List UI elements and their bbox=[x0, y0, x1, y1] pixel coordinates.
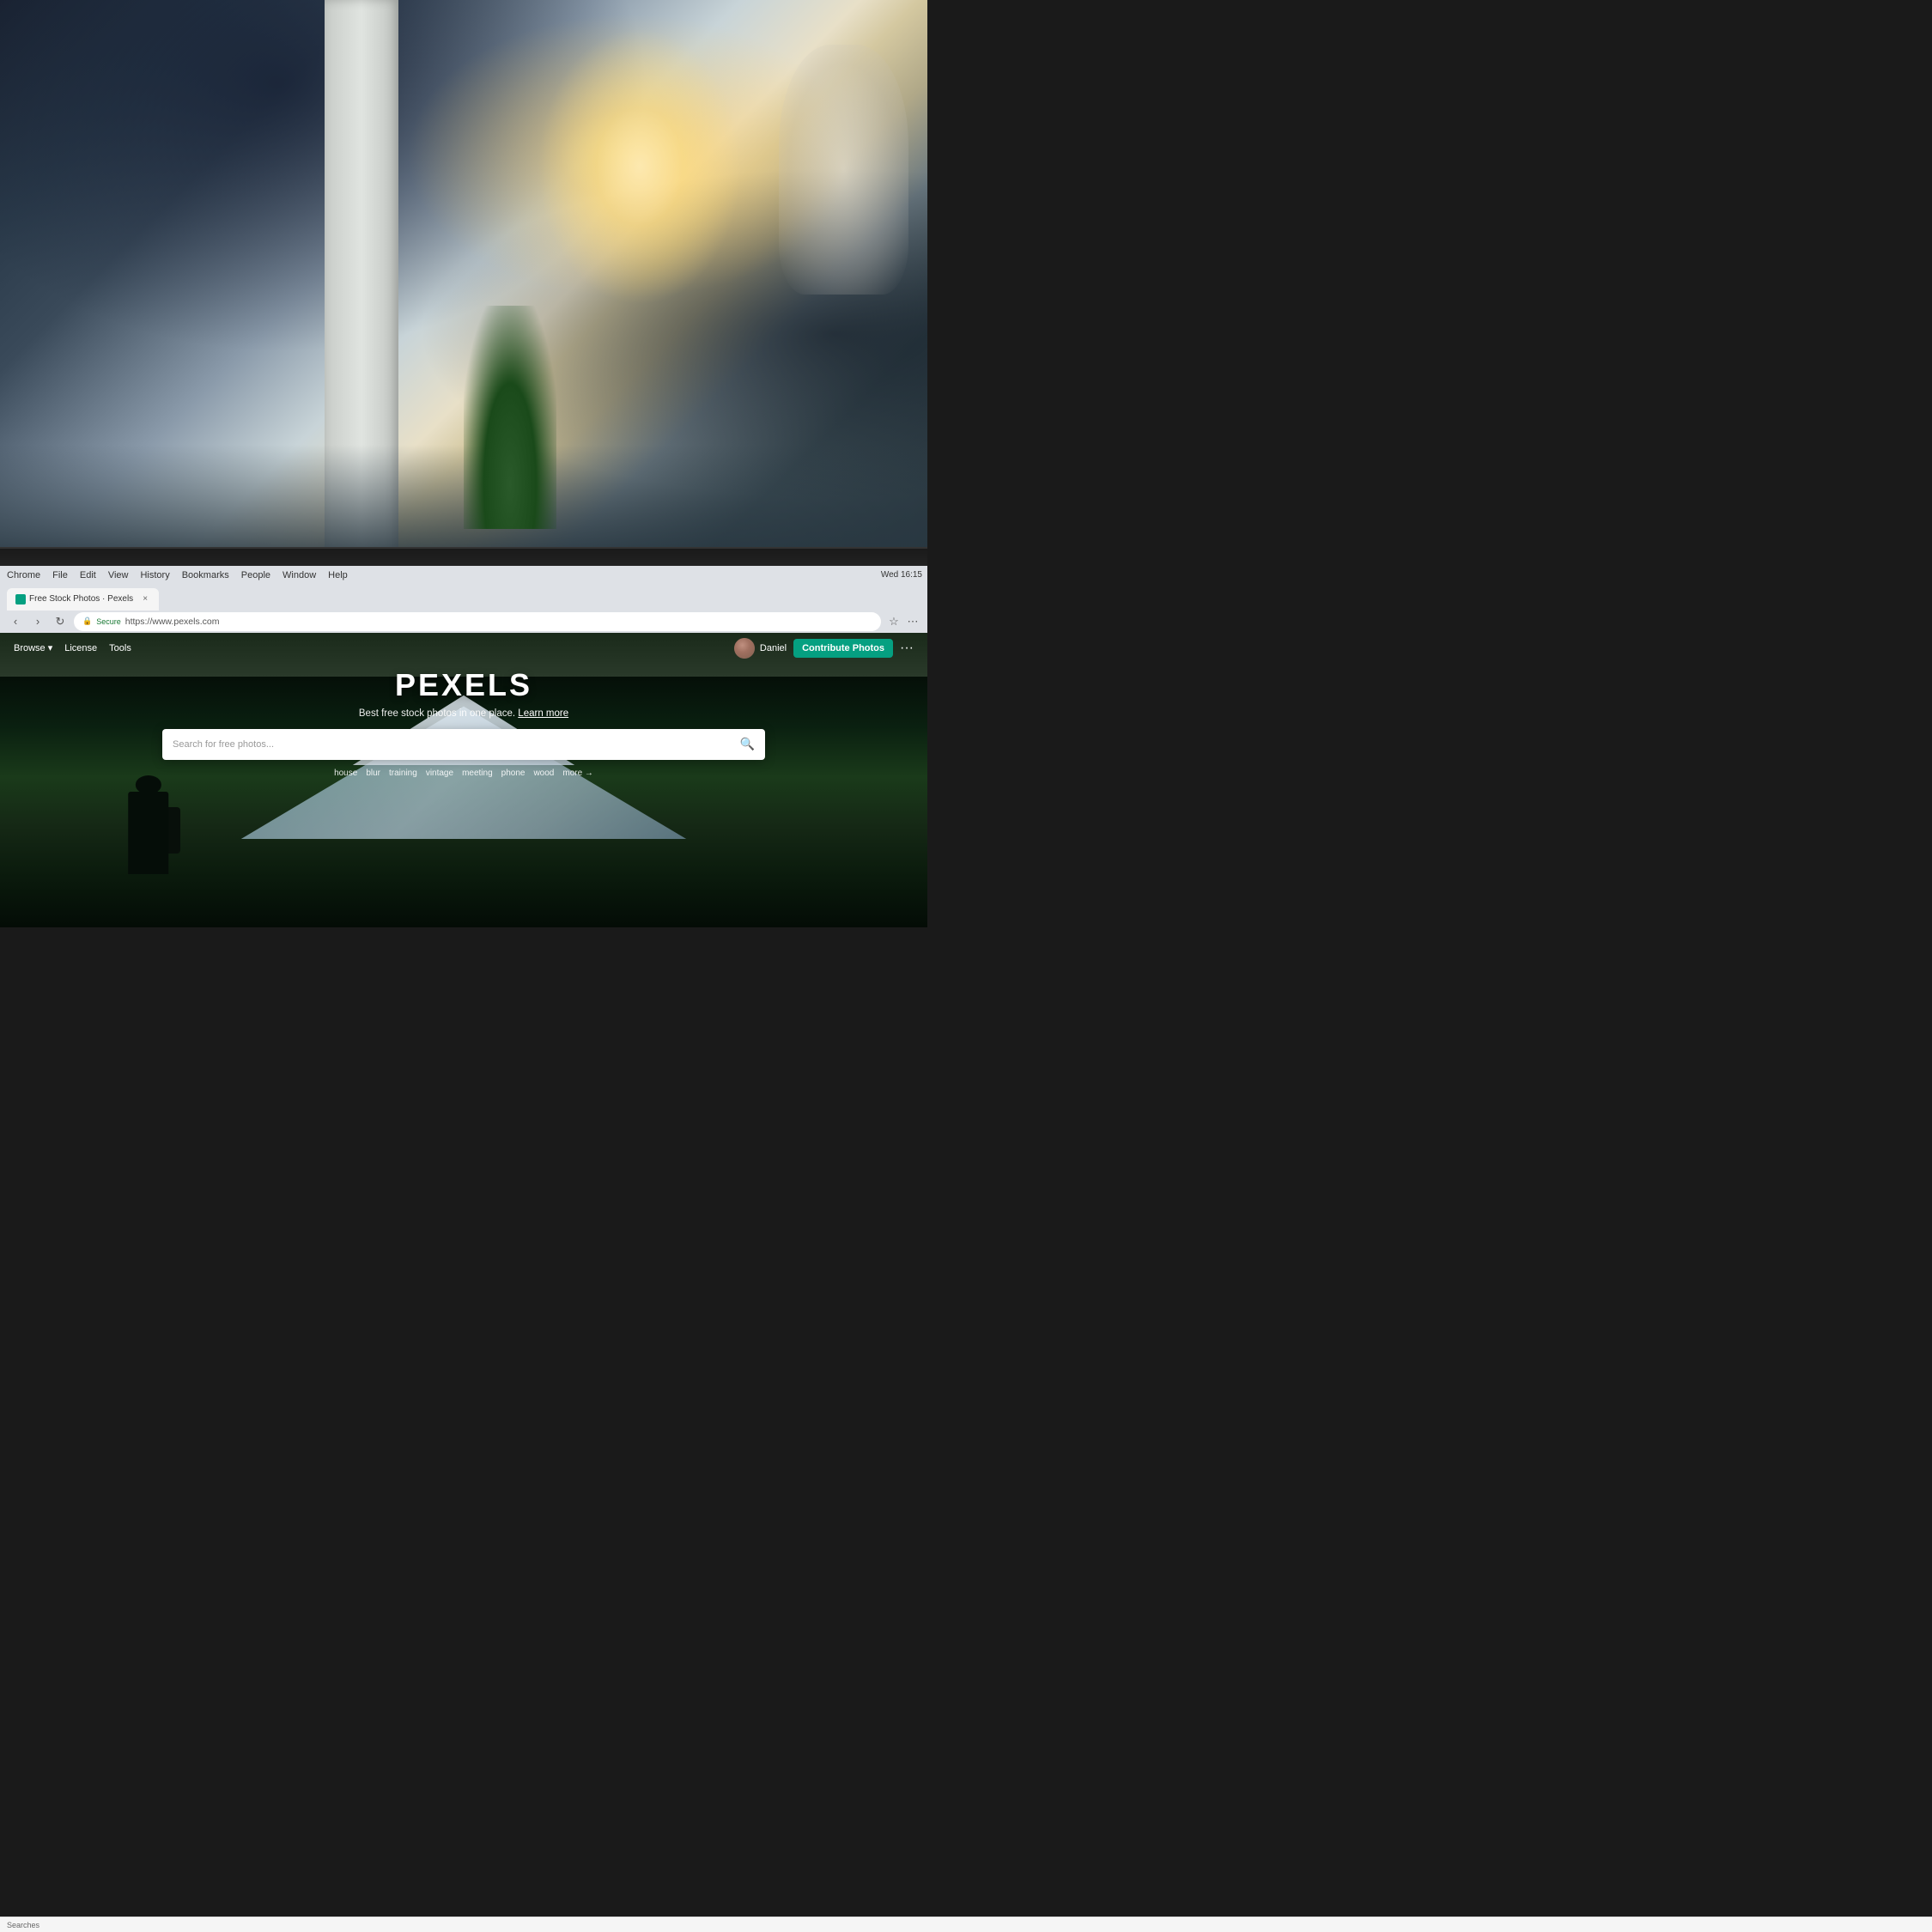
status-label: Searches bbox=[7, 1921, 39, 1929]
pexels-nav-right: Daniel Contribute Photos ··· bbox=[734, 638, 914, 659]
browser-address-bar: ‹ › ↻ 🔒 Secure https://www.pexels.com ☆ … bbox=[0, 611, 927, 633]
person-body bbox=[128, 792, 169, 874]
browser-tabs-bar: Free Stock Photos · Pexels × bbox=[0, 585, 927, 611]
bookmark-icon[interactable]: ☆ bbox=[886, 614, 902, 629]
avatar-image bbox=[734, 638, 755, 659]
menu-edit[interactable]: Edit bbox=[80, 570, 96, 580]
nav-avatar bbox=[734, 638, 755, 659]
pexels-site: Browse ▾ License Tools Daniel Contribute… bbox=[0, 633, 927, 927]
background-photo bbox=[0, 0, 927, 556]
status-bar: Searches bbox=[0, 1917, 1932, 1932]
browser-right-icons: ☆ ⋯ bbox=[886, 614, 920, 629]
person-silhouette bbox=[112, 771, 185, 874]
tag-blur[interactable]: blur bbox=[366, 769, 380, 778]
menu-bookmarks[interactable]: Bookmarks bbox=[182, 570, 229, 580]
pexels-tags: house blur training vintage meeting phon… bbox=[334, 769, 593, 778]
tag-house[interactable]: house bbox=[334, 769, 357, 778]
pexels-nav-left: Browse ▾ License Tools bbox=[14, 642, 131, 653]
browser-menu-bar: Chrome File Edit View History Bookmarks … bbox=[0, 566, 927, 585]
tab-label: Free Stock Photos · Pexels bbox=[29, 594, 133, 604]
nav-username: Daniel bbox=[760, 643, 787, 653]
office-window-right bbox=[779, 45, 908, 295]
back-button[interactable]: ‹ bbox=[7, 613, 24, 630]
menu-chrome[interactable]: Chrome bbox=[7, 570, 40, 580]
search-placeholder-text: Search for free photos... bbox=[173, 739, 733, 750]
forward-button[interactable]: › bbox=[29, 613, 46, 630]
office-window-glow bbox=[538, 27, 742, 306]
extensions-icon[interactable]: ⋯ bbox=[905, 614, 920, 629]
tag-training[interactable]: training bbox=[389, 769, 417, 778]
reload-button[interactable]: ↻ bbox=[52, 613, 69, 630]
contribute-photos-button[interactable]: Contribute Photos bbox=[793, 639, 893, 658]
secure-label: Secure bbox=[96, 617, 121, 626]
tag-vintage[interactable]: vintage bbox=[426, 769, 453, 778]
pexels-hero: Browse ▾ License Tools Daniel Contribute… bbox=[0, 633, 927, 927]
browser-chrome: Wed 16:15 Chrome File Edit View History … bbox=[0, 566, 927, 633]
pexels-nav: Browse ▾ License Tools Daniel Contribute… bbox=[0, 633, 927, 664]
pexels-search-bar[interactable]: Search for free photos... 🔍 bbox=[162, 729, 765, 760]
nav-more-button[interactable]: ··· bbox=[900, 641, 914, 655]
tab-close-button[interactable]: × bbox=[140, 594, 150, 605]
pexels-content: PEXELS Best free stock photos in one pla… bbox=[0, 667, 927, 778]
search-icon[interactable]: 🔍 bbox=[740, 737, 755, 751]
menu-history[interactable]: History bbox=[140, 570, 169, 580]
nav-user-profile[interactable]: Daniel bbox=[734, 638, 787, 659]
pexels-logo: PEXELS bbox=[395, 667, 532, 703]
menu-file[interactable]: File bbox=[52, 570, 68, 580]
pexels-tagline: Best free stock photos in one place. Lea… bbox=[359, 708, 568, 719]
url-text: https://www.pexels.com bbox=[125, 617, 220, 627]
tag-wood[interactable]: wood bbox=[533, 769, 554, 778]
nav-tools-button[interactable]: Tools bbox=[109, 643, 131, 653]
tag-phone[interactable]: phone bbox=[501, 769, 526, 778]
tag-meeting[interactable]: meeting bbox=[462, 769, 493, 778]
browse-chevron-icon: ▾ bbox=[48, 642, 53, 653]
tab-favicon bbox=[15, 594, 26, 605]
menu-help[interactable]: Help bbox=[328, 570, 348, 580]
office-plant bbox=[464, 306, 556, 528]
system-bar: Wed 16:15 bbox=[876, 566, 927, 585]
laptop-screen: Wed 16:15 Chrome File Edit View History … bbox=[0, 566, 927, 927]
secure-icon: 🔒 bbox=[82, 617, 92, 626]
browser-tab-active[interactable]: Free Stock Photos · Pexels × bbox=[7, 588, 159, 611]
nav-license-button[interactable]: License bbox=[64, 643, 97, 653]
menu-people[interactable]: People bbox=[241, 570, 270, 580]
system-time: Wed 16:15 bbox=[881, 570, 922, 580]
menu-window[interactable]: Window bbox=[283, 570, 316, 580]
learn-more-link[interactable]: Learn more bbox=[518, 708, 568, 719]
tag-more-link[interactable]: more → bbox=[562, 769, 593, 778]
address-field[interactable]: 🔒 Secure https://www.pexels.com bbox=[74, 612, 881, 631]
nav-browse-button[interactable]: Browse ▾ bbox=[14, 642, 52, 653]
menu-view[interactable]: View bbox=[108, 570, 129, 580]
